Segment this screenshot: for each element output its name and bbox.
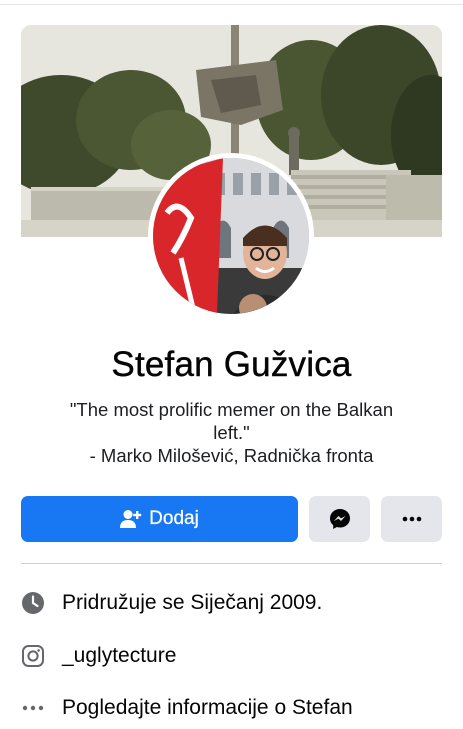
add-friend-icon [120, 509, 142, 529]
bio-line: - Marko Milošević, Radnička fronta [89, 445, 374, 466]
clock-icon [21, 591, 45, 615]
profile-bio: "The most prolific memer on the Balkan l… [40, 398, 423, 467]
profile-name: Stefan Gužvica [111, 345, 352, 384]
section-divider [21, 563, 442, 564]
bio-line: "The most prolific memer on the Balkan [69, 399, 394, 420]
avatar-image [153, 158, 309, 314]
instagram-handle[interactable]: _uglytecture [62, 644, 176, 668]
info-instagram-row[interactable]: _uglytecture [21, 641, 442, 671]
add-friend-label: Dodaj [149, 508, 199, 529]
avatar [153, 158, 309, 314]
instagram-icon [21, 644, 45, 668]
about-link[interactable]: Pogledajte informacije o Stefan [62, 696, 353, 720]
info-joined-row: Pridružuje se Siječanj 2009. [21, 588, 442, 618]
more-dots-icon [402, 516, 422, 522]
message-button[interactable] [309, 496, 370, 542]
more-options-button[interactable] [381, 496, 442, 542]
messenger-icon [329, 508, 351, 530]
more-dots-icon [21, 696, 45, 720]
bio-line: left." [213, 422, 250, 443]
top-divider [0, 4, 463, 5]
joined-text: Pridružuje se Siječanj 2009. [62, 591, 323, 614]
profile-picture[interactable] [148, 153, 314, 319]
add-friend-button[interactable]: Dodaj [21, 496, 298, 542]
info-about-row[interactable]: Pogledajte informacije o Stefan [21, 693, 442, 723]
